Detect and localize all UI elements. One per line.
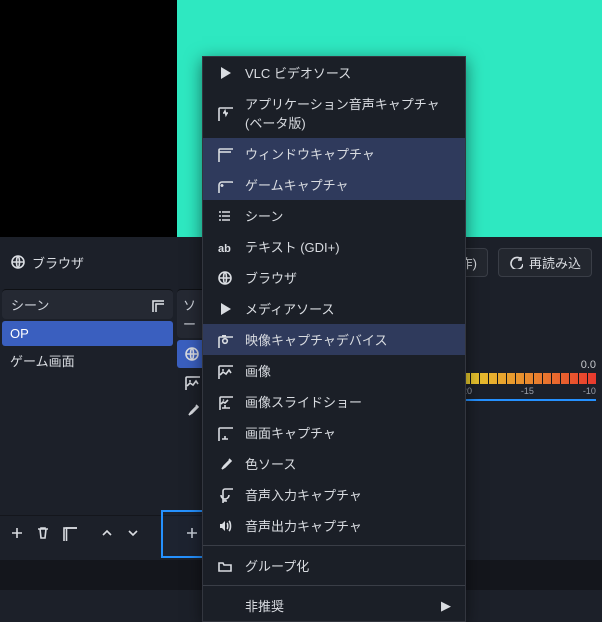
image-icon [217, 363, 233, 379]
menu-item-label: VLC ビデオソース [245, 63, 351, 82]
menu-item[interactable]: ゲームキャプチャ [203, 169, 465, 200]
menu-item[interactable]: VLC ビデオソース [203, 57, 465, 88]
menu-item[interactable]: 音声出力キャプチャ [203, 510, 465, 541]
text-icon [217, 239, 233, 255]
browser-indicator[interactable]: ブラウザ [10, 253, 84, 272]
menu-item[interactable]: 画面キャプチャ [203, 417, 465, 448]
mic-icon [217, 487, 233, 503]
menu-item[interactable]: 色ソース [203, 448, 465, 479]
scene-filter-button[interactable] [56, 520, 82, 546]
menu-item-label: 映像キャプチャデバイス [245, 330, 387, 349]
folder-icon [217, 558, 233, 574]
menu-item-label: 音声入力キャプチャ [245, 485, 362, 504]
duplicate-icon[interactable] [150, 298, 164, 312]
menu-item[interactable]: 画像 [203, 355, 465, 386]
menu-item[interactable]: ウィンドウキャプチャ [203, 138, 465, 169]
add-source-menu[interactable]: VLC ビデオソースアプリケーション音声キャプチャ (ベータ版) ウィンドウキャプ… [202, 56, 466, 622]
chevron-right-icon: ▶ [441, 598, 451, 614]
app-audio-icon [217, 105, 233, 121]
window-icon [217, 146, 233, 162]
reload-button[interactable]: 再読み込 [498, 248, 592, 277]
scenes-header: シーン [2, 289, 173, 319]
menu-item[interactable]: グループ化 [203, 550, 465, 581]
menu-item-label: ウィンドウキャプチャ [245, 144, 375, 163]
menu-item[interactable]: ブラウザ [203, 262, 465, 293]
browser-label: ブラウザ [32, 253, 84, 272]
menu-item[interactable]: テキスト (GDI+) [203, 231, 465, 262]
monitor-icon [217, 425, 233, 441]
play-icon [217, 301, 233, 317]
menu-item-label: ゲームキャプチャ [245, 175, 348, 194]
play-icon [217, 65, 233, 81]
menu-item-label: テキスト (GDI+) [245, 237, 340, 256]
scene-item[interactable]: OP [2, 321, 173, 346]
menu-item[interactable]: 非推奨 ▶ [203, 590, 465, 621]
menu-item[interactable]: 映像キャプチャデバイス [203, 324, 465, 355]
scene-item[interactable]: ゲーム画面 [2, 346, 173, 375]
menu-item-label: 画面キャプチャ [245, 423, 336, 442]
scene-add-button[interactable] [4, 520, 30, 546]
menu-item-label: グループ化 [245, 556, 309, 575]
menu-item[interactable]: シーン [203, 200, 465, 231]
menu-item-label: アプリケーション音声キャプチャ (ベータ版) [245, 94, 451, 132]
menu-item-label: ブラウザ [245, 268, 297, 287]
menu-item-label: 色ソース [245, 454, 296, 473]
slideshow-icon [217, 394, 233, 410]
reload-icon [509, 255, 523, 269]
list-icon [217, 208, 233, 224]
menu-item-label: 音声出力キャプチャ [245, 516, 362, 535]
menu-item[interactable]: メディアソース [203, 293, 465, 324]
scenes-list: OPゲーム画面 [2, 321, 173, 515]
scenes-panel: シーン OPゲーム画面 [0, 287, 175, 550]
menu-item-label: 画像 [245, 361, 271, 380]
menu-item[interactable]: アプリケーション音声キャプチャ (ベータ版) [203, 88, 465, 138]
camera-icon [217, 332, 233, 348]
scenes-footer [0, 515, 175, 550]
menu-item-label: 非推奨 [245, 596, 284, 615]
image-icon [184, 374, 200, 390]
menu-item[interactable]: 音声入力キャプチャ [203, 479, 465, 510]
gamepad-icon [217, 177, 233, 193]
globe-icon [184, 346, 200, 362]
scene-up-button[interactable] [94, 520, 120, 546]
menu-item-label: メディアソース [245, 299, 334, 318]
globe-icon [10, 254, 26, 270]
scene-remove-button[interactable] [30, 520, 56, 546]
menu-item-label: 画像スライドショー [245, 392, 362, 411]
menu-item-label: シーン [245, 206, 283, 225]
speaker-icon [217, 518, 233, 534]
brush-icon [217, 456, 233, 472]
menu-item[interactable]: 画像スライドショー [203, 386, 465, 417]
scene-down-button[interactable] [120, 520, 146, 546]
globe-icon [217, 270, 233, 286]
brush-icon [184, 402, 200, 418]
